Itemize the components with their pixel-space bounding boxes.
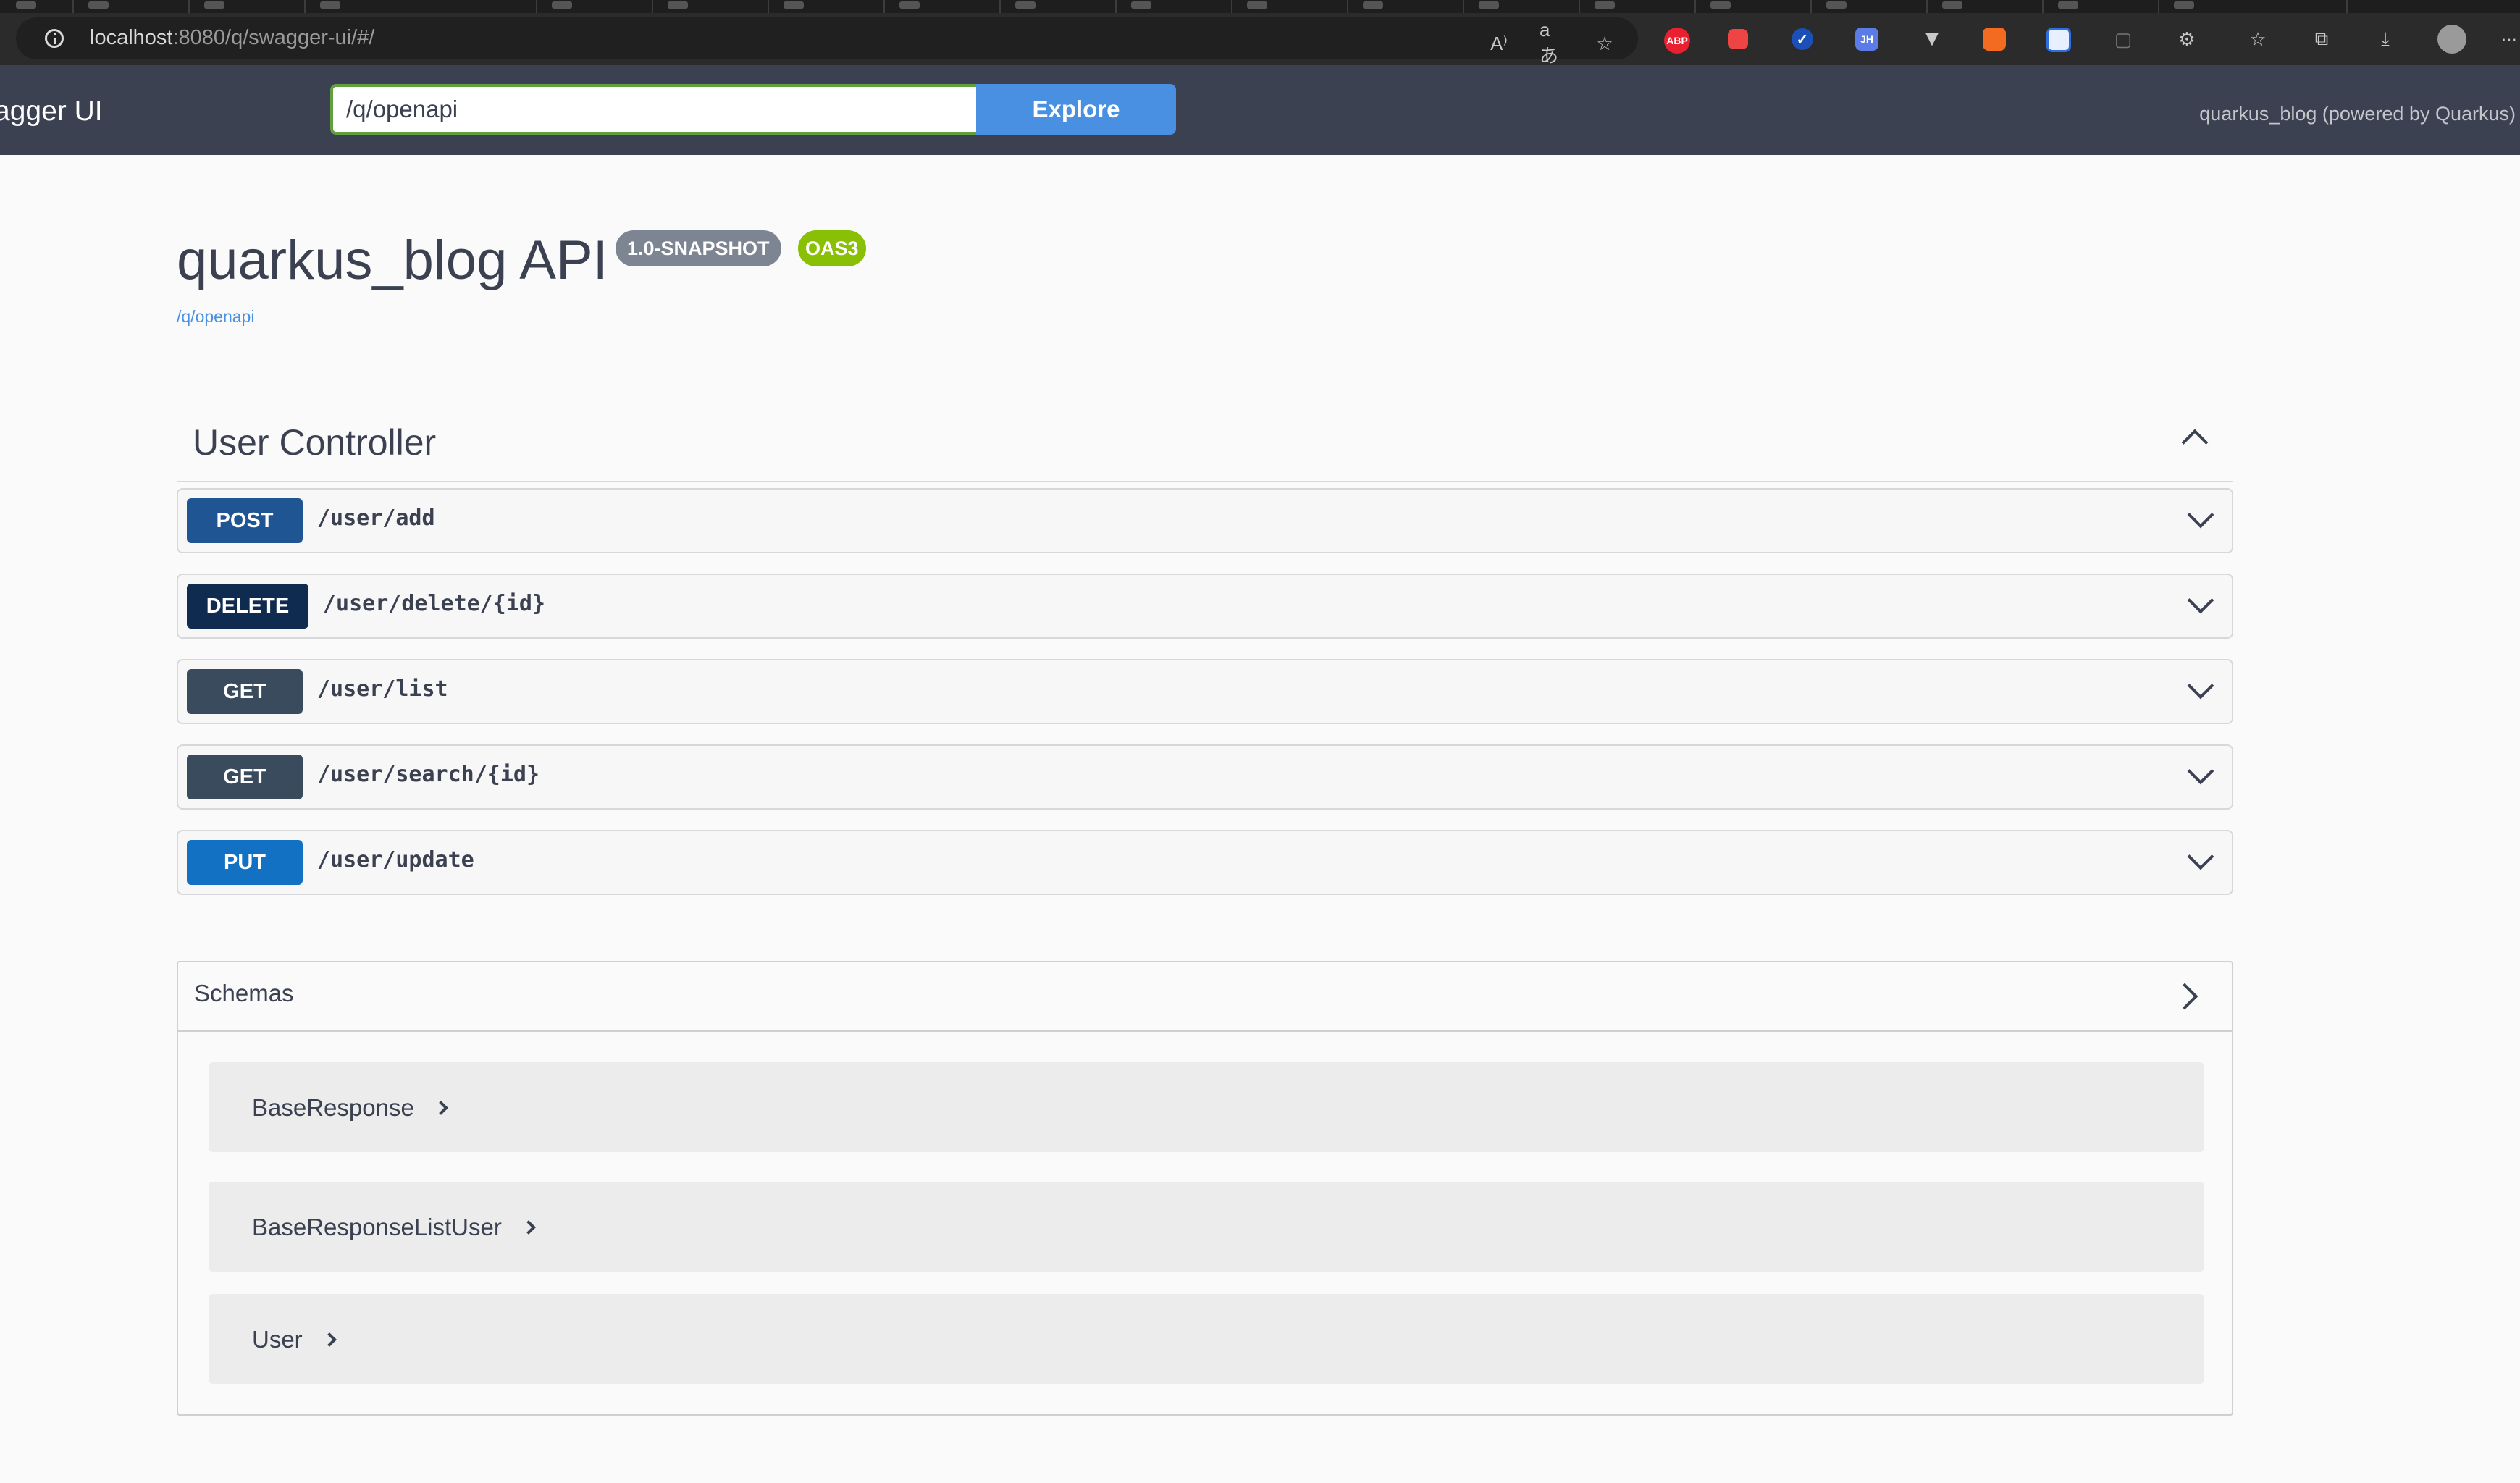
model-name-text: User	[252, 1326, 303, 1353]
browser-tab[interactable]	[1926, 0, 2044, 13]
operation-post-user-add[interactable]: POST /user/add	[177, 488, 2233, 553]
method-badge: GET	[187, 755, 303, 799]
operation-path: /user/update	[317, 847, 474, 873]
model-name: BaseResponseListUser	[252, 1214, 536, 1241]
read-aloud-icon[interactable]: A⁾	[1486, 30, 1512, 56]
tag-title: User Controller	[193, 422, 437, 463]
browser-tab[interactable]	[2042, 0, 2159, 13]
browser-tab[interactable]	[999, 0, 1117, 13]
browser-tab[interactable]	[72, 0, 190, 13]
powered-by-text: quarkus_blog (powered by Quarkus)	[2199, 103, 2516, 125]
version-badge: 1.0-SNAPSHOT	[616, 230, 781, 266]
browser-tab[interactable]	[1810, 0, 1928, 13]
schemas-section: Schemas BaseResponse BaseResponseListUse…	[177, 961, 2233, 1416]
swagger-topbar: agger UI Explore quarkus_blog (powered b…	[0, 65, 2520, 155]
api-title: quarkus_blog API	[177, 230, 608, 291]
operation-path: /user/delete/{id}	[323, 591, 546, 616]
browser-tab[interactable]	[883, 0, 1001, 13]
browser-tab[interactable]	[2158, 0, 2348, 13]
browser-tab[interactable]	[536, 0, 653, 13]
browser-tab[interactable]	[768, 0, 885, 13]
expand-arrow-icon[interactable]	[433, 1101, 448, 1116]
browser-tab[interactable]	[1115, 0, 1232, 13]
operation-get-user-search[interactable]: GET /user/search/{id}	[177, 744, 2233, 810]
browser-tab[interactable]	[1694, 0, 1812, 13]
method-badge: POST	[187, 498, 303, 543]
chevron-down-icon[interactable]	[2187, 843, 2214, 870]
explore-button[interactable]: Explore	[976, 84, 1176, 135]
oas-badge: OAS3	[798, 230, 866, 266]
ext-save-icon[interactable]	[2046, 28, 2071, 52]
method-badge: GET	[187, 669, 303, 714]
model-user[interactable]: User	[209, 1294, 2204, 1384]
ext-check-icon[interactable]: ✓	[1792, 28, 1813, 50]
chevron-up-icon[interactable]	[2181, 429, 2209, 456]
chevron-down-icon[interactable]	[2187, 672, 2214, 700]
extensions-puzzle-icon[interactable]: ⚙	[2174, 26, 2200, 52]
swagger-logo[interactable]: agger UI	[0, 96, 103, 127]
url-path: :8080/q/swagger-ui/#/	[172, 26, 375, 49]
expand-arrow-icon[interactable]	[322, 1332, 337, 1348]
tag-header-user-controller[interactable]: User Controller	[177, 406, 2233, 482]
browser-tab[interactable]	[1579, 0, 1696, 13]
favorites-icon[interactable]: ☆	[2245, 26, 2271, 52]
ext-jh-icon[interactable]: JH	[1855, 28, 1878, 51]
browser-tab[interactable]	[304, 0, 537, 13]
more-menu-icon[interactable]: ···	[2498, 26, 2520, 52]
model-name-text: BaseResponse	[252, 1094, 414, 1121]
browser-tab[interactable]	[1463, 0, 1580, 13]
operation-put-user-update[interactable]: PUT /user/update	[177, 830, 2233, 895]
downloads-icon[interactable]: ⤓	[2372, 26, 2398, 52]
browser-address-bar: localhost:8080/q/swagger-ui/#/ A⁾ aあ ☆ A…	[0, 13, 2520, 67]
operation-path: /user/list	[317, 676, 448, 702]
chevron-down-icon[interactable]	[2187, 501, 2214, 529]
schemas-header[interactable]: Schemas	[178, 962, 2232, 1032]
browser-tab[interactable]	[188, 0, 306, 13]
ext-orange-icon[interactable]	[1983, 28, 2006, 51]
chevron-down-icon[interactable]	[2187, 757, 2214, 785]
operation-path: /user/add	[317, 505, 435, 531]
ext-red-icon[interactable]	[1728, 29, 1748, 49]
model-base-response-list-user[interactable]: BaseResponseListUser	[209, 1182, 2204, 1272]
spec-url-input[interactable]	[330, 84, 976, 135]
browser-tab[interactable]	[1231, 0, 1348, 13]
operation-delete-user[interactable]: DELETE /user/delete/{id}	[177, 574, 2233, 639]
operation-path: /user/search/{id}	[317, 762, 540, 787]
browser-tab[interactable]	[0, 0, 74, 13]
url-host: localhost	[90, 26, 173, 49]
model-name: BaseResponse	[252, 1094, 448, 1122]
operation-get-user-list[interactable]: GET /user/list	[177, 659, 2233, 724]
expand-arrow-icon[interactable]	[521, 1220, 536, 1235]
schemas-title: Schemas	[194, 980, 294, 1007]
url-field[interactable]: localhost:8080/q/swagger-ui/#/ A⁾ aあ ☆	[16, 17, 1638, 67]
browser-tab[interactable]	[1347, 0, 1464, 13]
favorite-add-icon[interactable]: ☆	[1592, 30, 1618, 56]
model-name-text: BaseResponseListUser	[252, 1214, 502, 1240]
browser-tab-strip	[0, 0, 2520, 13]
collections-icon[interactable]: ⧉	[2309, 26, 2335, 52]
site-info-icon[interactable]	[45, 29, 64, 48]
translate-icon[interactable]: aあ	[1540, 19, 1566, 67]
url-text[interactable]: localhost:8080/q/swagger-ui/#/	[90, 26, 374, 50]
spec-link[interactable]: /q/openapi	[177, 307, 254, 327]
vue-devtools-icon[interactable]: ▼	[1919, 26, 1945, 52]
method-badge: DELETE	[187, 584, 308, 629]
browser-tab[interactable]	[652, 0, 769, 13]
chevron-right-icon[interactable]	[2171, 983, 2198, 1010]
profile-avatar-icon[interactable]	[2437, 25, 2466, 54]
ext-tv-icon[interactable]: ▢	[2110, 26, 2136, 52]
chevron-down-icon[interactable]	[2187, 587, 2214, 614]
model-base-response[interactable]: BaseResponse	[209, 1062, 2204, 1152]
adblock-plus-icon[interactable]: ABP	[1664, 28, 1690, 54]
method-badge: PUT	[187, 840, 303, 885]
model-name: User	[252, 1326, 337, 1353]
